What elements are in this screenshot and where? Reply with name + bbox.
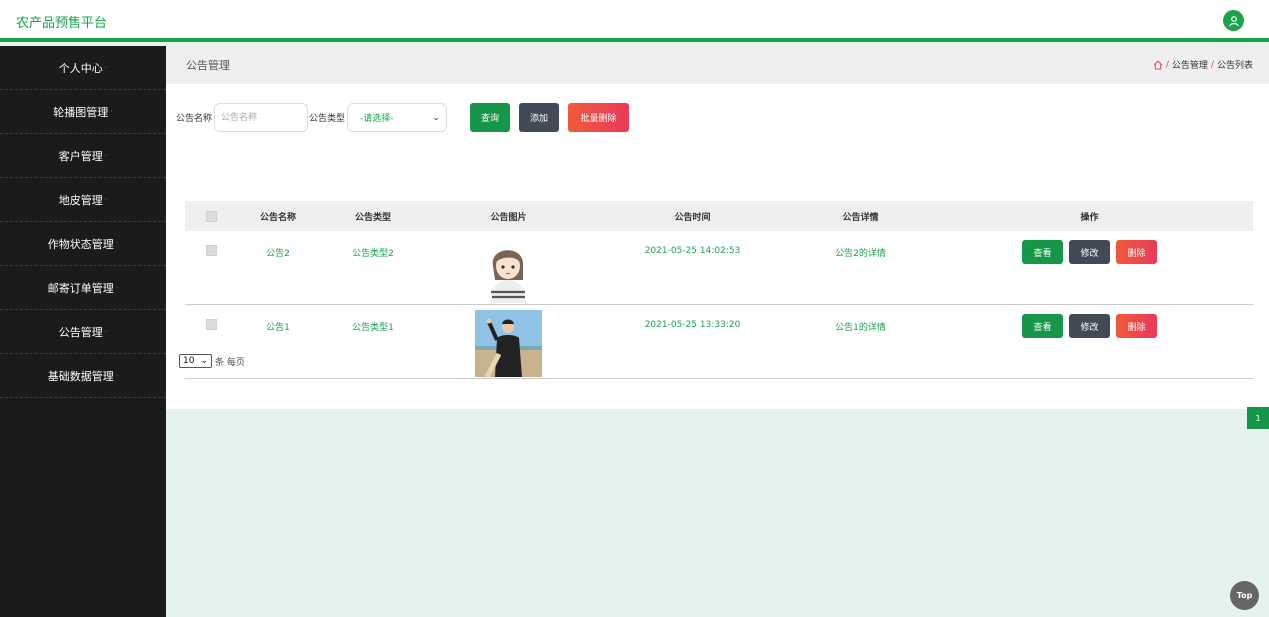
sidebar-item-customers[interactable]: 客户管理 · <box>0 134 166 178</box>
sidebar-item-crop-status[interactable]: 作物状态管理 · <box>0 222 166 266</box>
query-button[interactable]: 查询 <box>470 103 511 132</box>
sidebar-item-base-data[interactable]: 基础数据管理 · <box>0 354 166 398</box>
page-size-control: 10 ⌄ 条 每页 <box>179 354 245 368</box>
select-all-checkbox[interactable] <box>205 210 217 222</box>
breadcrumb-bar: 公告管理 / 公告管理 / 公告列表 <box>166 46 1269 84</box>
notice-type: 公告类型2 <box>352 249 394 259</box>
breadcrumb: / 公告管理 / 公告列表 <box>1153 58 1253 71</box>
table-row: 公告1 公告类型1 2021-05-25 13:33:20 公告1的详情 查看 … <box>185 305 1253 379</box>
name-label: 公告名称 <box>176 114 213 124</box>
batch-delete-button[interactable]: 批量删除 <box>568 103 630 132</box>
chevron-icon: · <box>115 283 119 292</box>
notice-detail: 公告1的详情 <box>835 323 886 333</box>
notice-table: 公告名称 公告类型 公告图片 公告时间 公告详情 操作 公告2 公告类型2 20… <box>185 201 1253 379</box>
notice-type-select[interactable]: -请选择- ⌄ <box>347 103 448 132</box>
breadcrumb-item: 公告列表 <box>1216 61 1253 71</box>
row-checkbox[interactable] <box>205 319 217 330</box>
notice-image[interactable] <box>475 236 542 303</box>
notice-name: 公告2 <box>266 249 290 259</box>
back-to-top-button[interactable]: Top <box>1230 581 1259 610</box>
sidebar-item-mail-orders[interactable]: 邮寄订单管理 · <box>0 266 166 310</box>
page-title: 公告管理 <box>186 59 230 72</box>
sidebar-item-carousel[interactable]: 轮播图管理 · <box>0 90 166 134</box>
search-bar: 公告名称 公告类型 -请选择- ⌄ 查询 添加 批量删除 <box>176 103 630 132</box>
chevron-icon: · <box>115 239 119 248</box>
main-content: 公告管理 / 公告管理 / 公告列表 公告名称 公告类型 -请选择- ⌄ 查询 … <box>166 46 1269 617</box>
type-label: 公告类型 <box>309 114 346 124</box>
sidebar-item-land[interactable]: 地皮管理 · <box>0 178 166 222</box>
user-menu-button[interactable] <box>1223 10 1244 31</box>
view-button[interactable]: 查看 <box>1022 314 1063 338</box>
edit-button[interactable]: 修改 <box>1069 240 1110 264</box>
view-button[interactable]: 查看 <box>1022 240 1063 264</box>
column-header: 公告详情 <box>842 212 879 223</box>
home-icon[interactable] <box>1153 60 1163 70</box>
row-checkbox[interactable] <box>205 245 217 256</box>
chevron-icon: · <box>110 107 113 116</box>
column-header: 公告名称 <box>259 212 296 223</box>
chevron-down-icon: ⌄ <box>432 112 441 123</box>
chevron-down-icon: ⌄ <box>200 356 208 366</box>
notice-image[interactable] <box>475 310 542 377</box>
page-size-select[interactable]: 10 ⌄ <box>179 354 212 368</box>
delete-button[interactable]: 删除 <box>1116 314 1157 338</box>
chevron-icon: · <box>104 151 108 160</box>
notice-name: 公告1 <box>266 323 290 333</box>
app-title: 农产品预售平台 <box>16 16 108 31</box>
column-header: 操作 <box>1080 212 1099 223</box>
column-header: 公告图片 <box>490 212 527 223</box>
sidebar-item-profile[interactable]: 个人中心 · <box>0 46 166 90</box>
notice-time: 2021-05-25 14:02:53 <box>644 246 741 256</box>
notice-type: 公告类型1 <box>352 323 394 333</box>
sidebar: 个人中心 · 轮播图管理 · 客户管理 · 地皮管理 · 作物状态管理 · 邮寄订单管理 ·… <box>0 46 166 617</box>
notice-name-input[interactable] <box>214 103 309 132</box>
notice-time: 2021-05-25 13:33:20 <box>644 320 741 330</box>
column-header: 公告类型 <box>354 212 391 223</box>
table-row: 公告2 公告类型2 2021-05-25 14:02:53 公告2的详情 查看 … <box>185 231 1253 305</box>
table-header: 公告名称 公告类型 公告图片 公告时间 公告详情 操作 <box>185 201 1253 231</box>
top-header: 农产品预售平台 <box>0 0 1269 42</box>
chevron-icon: · <box>104 63 108 72</box>
chevron-icon: · <box>104 195 108 204</box>
page-number-button[interactable]: 1 <box>1247 407 1269 429</box>
notice-detail: 公告2的详情 <box>835 249 886 259</box>
column-header: 公告时间 <box>674 212 711 223</box>
add-button[interactable]: 添加 <box>519 103 560 132</box>
list-panel: 公告名称 公告类型 -请选择- ⌄ 查询 添加 批量删除 公告名称 公告类型 公… <box>166 84 1269 429</box>
delete-button[interactable]: 删除 <box>1116 240 1157 264</box>
chevron-icon: · <box>104 327 108 336</box>
breadcrumb-item[interactable]: 公告管理 <box>1172 58 1208 71</box>
sidebar-item-notices[interactable]: 公告管理 · <box>0 310 166 354</box>
page-size-suffix: 条 每页 <box>215 357 245 368</box>
edit-button[interactable]: 修改 <box>1069 314 1110 338</box>
user-icon <box>1228 15 1239 26</box>
chevron-icon: · <box>115 371 119 380</box>
